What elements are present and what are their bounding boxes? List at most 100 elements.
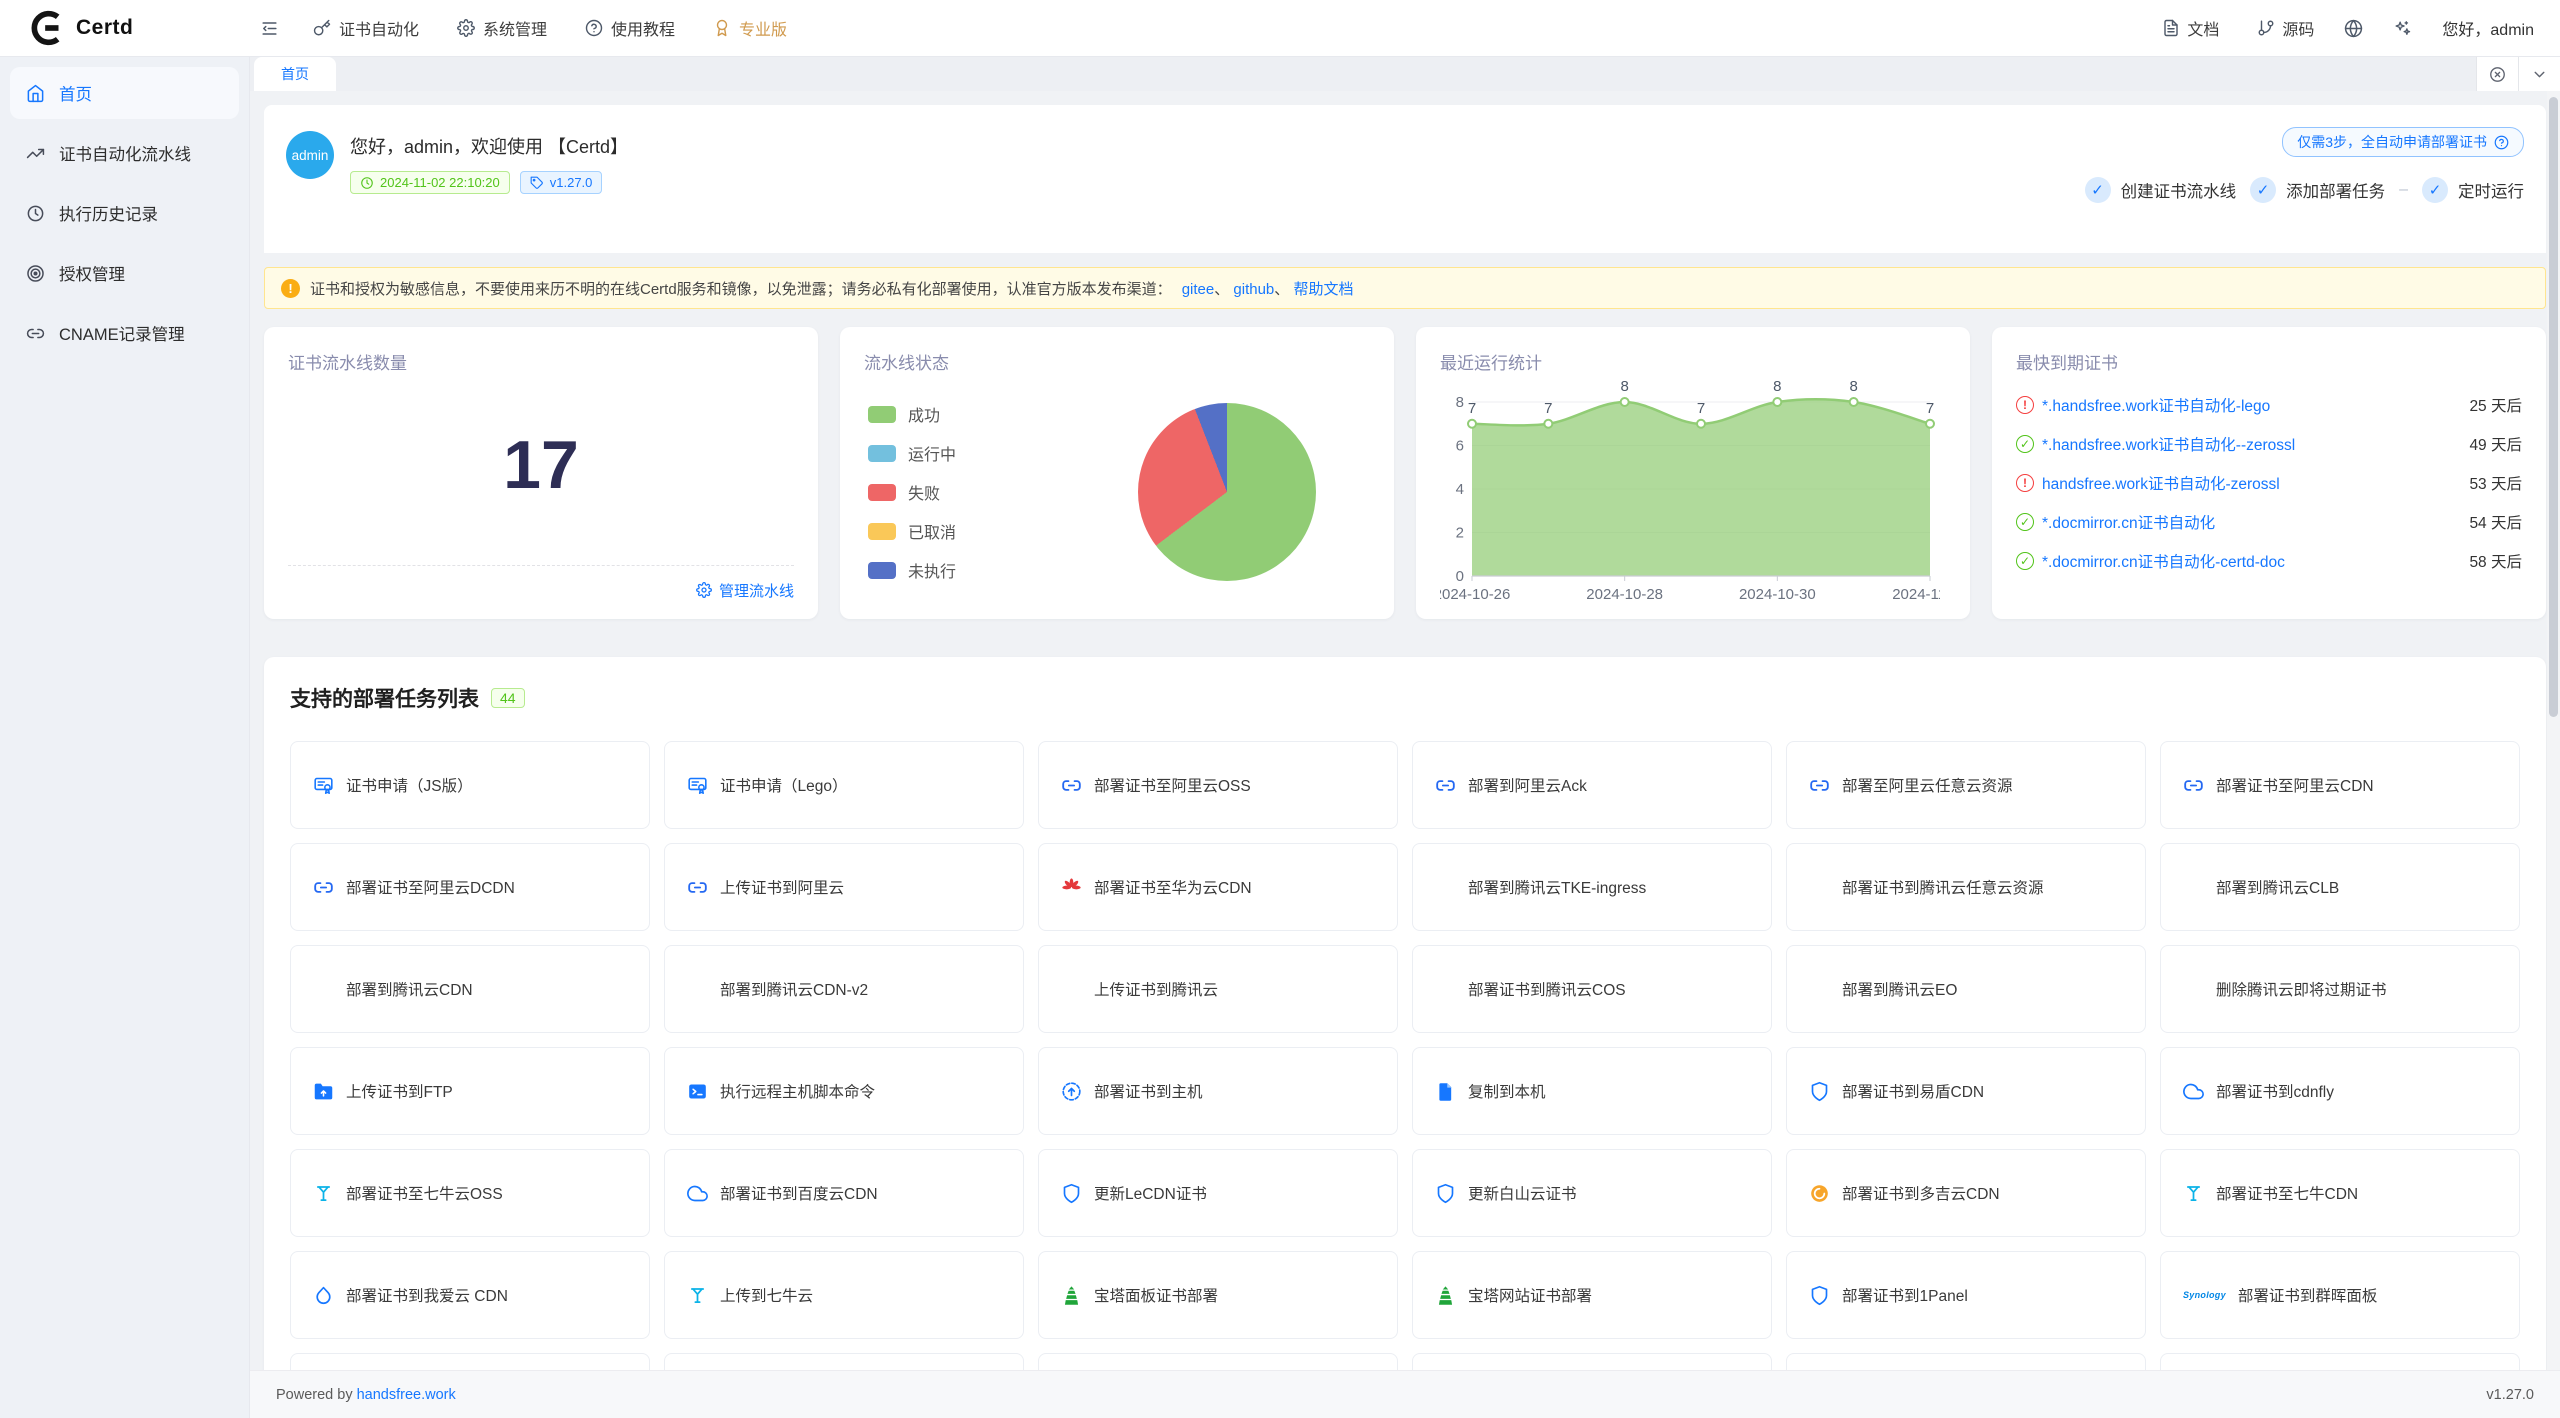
task-cell-9[interactable]: 部署到腾讯云TKE-ingress	[1412, 843, 1772, 931]
task-cell-1[interactable]: 证书申请（Lego）	[664, 741, 1024, 829]
task-cell-26[interactable]: 更新LeCDN证书	[1038, 1149, 1398, 1237]
nav-item-0[interactable]: 证书自动化	[313, 16, 419, 40]
svg-text:6: 6	[1456, 438, 1464, 455]
task-cell-8[interactable]: 部署证书至华为云CDN	[1038, 843, 1398, 931]
tab-close-button[interactable]	[2476, 57, 2518, 91]
task-cell-31[interactable]: 上传到七牛云	[664, 1251, 1024, 1339]
user-greeting[interactable]: 您好，admin	[2442, 16, 2534, 40]
task-cell-clipped[interactable]	[1038, 1353, 1398, 1370]
task-cell-clipped[interactable]	[1786, 1353, 2146, 1370]
handsfree-link[interactable]: handsfree.work	[357, 1387, 456, 1403]
task-cell-35[interactable]: Synology部署证书到群晖面板	[2160, 1251, 2520, 1339]
task-cell-12[interactable]: 部署到腾讯云CDN	[290, 945, 650, 1033]
task-cell-32[interactable]: 宝塔面板证书部署	[1038, 1251, 1398, 1339]
tasks-count-badge: 44	[491, 688, 525, 708]
task-cell-6[interactable]: 部署证书至阿里云DCDN	[290, 843, 650, 931]
sidebar-item-2[interactable]: 执行历史记录	[10, 187, 239, 239]
sidebar-item-0[interactable]: 首页	[10, 67, 239, 119]
nav-item-2[interactable]: 使用教程	[585, 16, 675, 40]
task-cell-23[interactable]: 部署证书到cdnfly	[2160, 1047, 2520, 1135]
tencent-icon	[1435, 979, 1456, 1000]
document-icon	[2162, 19, 2180, 37]
legend-item-1[interactable]: 运行中	[868, 441, 956, 465]
task-cell-5[interactable]: 部署证书至阿里云CDN	[2160, 741, 2520, 829]
task-cell-clipped[interactable]	[2160, 1353, 2520, 1370]
legend-item-3[interactable]: 已取消	[868, 519, 956, 543]
task-cell-18[interactable]: 上传证书到FTP	[290, 1047, 650, 1135]
sidebar-item-4[interactable]: CNAME记录管理	[10, 307, 239, 359]
cert-link-2[interactable]: !handsfree.work证书自动化-zerossl	[2016, 472, 2280, 494]
task-cell-4[interactable]: 部署至阿里云任意云资源	[1786, 741, 2146, 829]
nav-right-item-1[interactable]: 源码	[2257, 16, 2314, 40]
git-branch-icon	[2257, 19, 2275, 37]
cert-link-3[interactable]: ✓*.docmirror.cn证书自动化	[2016, 511, 2215, 533]
task-cell-27[interactable]: 更新白山云证书	[1412, 1149, 1772, 1237]
doge-icon	[1809, 1183, 1830, 1204]
task-cell-3[interactable]: 部署到阿里云Ack	[1412, 741, 1772, 829]
cert-days: 54 天后	[2469, 511, 2522, 533]
tencent-icon	[1061, 979, 1082, 1000]
alert-link-1[interactable]: github	[1233, 281, 1274, 298]
theme-button[interactable]	[2393, 19, 2412, 38]
task-cell-clipped[interactable]	[290, 1353, 650, 1370]
legend-item-0[interactable]: 成功	[868, 402, 956, 426]
quick-step: ✓添加部署任务	[2250, 177, 2385, 203]
cert-link-0[interactable]: !*.handsfree.work证书自动化-lego	[2016, 394, 2270, 416]
task-cell-28[interactable]: 部署证书到多吉云CDN	[1786, 1149, 2146, 1237]
alert-link-2[interactable]: 帮助文档	[1293, 281, 1353, 298]
task-cell-25[interactable]: 部署证书到百度云CDN	[664, 1149, 1024, 1237]
task-cell-11[interactable]: 部署到腾讯云CLB	[2160, 843, 2520, 931]
legend-item-4[interactable]: 未执行	[868, 558, 956, 582]
legend-swatch	[868, 406, 896, 423]
baidu-cloud-icon	[687, 1183, 708, 1204]
expiring-cert-row: ✓*.handsfree.work证书自动化--zerossl 49 天后	[2016, 433, 2522, 455]
alert-link-0[interactable]: gitee	[1182, 281, 1215, 298]
task-cell-29[interactable]: 部署证书至七牛CDN	[2160, 1149, 2520, 1237]
scrollbar-track[interactable]	[2547, 91, 2560, 1370]
welcome-title: 您好，admin，欢迎使用 【Certd】	[350, 125, 628, 159]
sidebar-item-3[interactable]: 授权管理	[10, 247, 239, 299]
scrollbar-thumb[interactable]	[2549, 97, 2558, 717]
legend-item-2[interactable]: 失败	[868, 480, 956, 504]
task-cell-33[interactable]: 宝塔网站证书部署	[1412, 1251, 1772, 1339]
svg-text:8: 8	[1620, 378, 1628, 395]
sidebar-item-1[interactable]: 证书自动化流水线	[10, 127, 239, 179]
content-area: admin 您好，admin，欢迎使用 【Certd】 2024-11-02 2…	[250, 91, 2560, 1370]
aliyun-icon	[1061, 775, 1082, 796]
huawei-icon	[1061, 877, 1082, 898]
task-cell-34[interactable]: 部署证书到1Panel	[1786, 1251, 2146, 1339]
sidebar-collapse-button[interactable]	[260, 19, 279, 38]
badge-icon	[713, 19, 731, 37]
check-circle-icon: ✓	[2016, 435, 2034, 453]
task-cell-17[interactable]: 删除腾讯云即将过期证书	[2160, 945, 2520, 1033]
task-cell-clipped[interactable]	[664, 1353, 1024, 1370]
task-cell-2[interactable]: 部署证书至阿里云OSS	[1038, 741, 1398, 829]
cert-link-4[interactable]: ✓*.docmirror.cn证书自动化-certd-doc	[2016, 550, 2285, 572]
tab-home[interactable]: 首页	[254, 57, 336, 91]
svg-text:2024-10-26: 2024-10-26	[1440, 586, 1510, 603]
task-cell-24[interactable]: 部署证书至七牛云OSS	[290, 1149, 650, 1237]
task-cell-20[interactable]: 部署证书到主机	[1038, 1047, 1398, 1135]
nav-right-item-0[interactable]: 文档	[2162, 16, 2219, 40]
task-cell-0[interactable]: 证书申请（JS版）	[290, 741, 650, 829]
nav-item-3[interactable]: 专业版	[713, 16, 787, 40]
cert-link-1[interactable]: ✓*.handsfree.work证书自动化--zerossl	[2016, 433, 2295, 455]
task-cell-clipped[interactable]	[1412, 1353, 1772, 1370]
task-cell-7[interactable]: 上传证书到阿里云	[664, 843, 1024, 931]
task-cell-16[interactable]: 部署到腾讯云EO	[1786, 945, 2146, 1033]
task-cell-13[interactable]: 部署到腾讯云CDN-v2	[664, 945, 1024, 1033]
nav-item-1[interactable]: 系统管理	[457, 16, 547, 40]
sidebar: 首页证书自动化流水线执行历史记录授权管理 CNAME记录管理	[0, 57, 250, 1418]
task-cell-30[interactable]: 部署证书到我爱云 CDN	[290, 1251, 650, 1339]
tab-menu-button[interactable]	[2518, 57, 2560, 91]
tag-icon	[530, 176, 544, 190]
language-button[interactable]	[2344, 19, 2363, 38]
promo-pill[interactable]: 仅需3步，全自动申请部署证书	[2282, 127, 2524, 157]
task-cell-14[interactable]: 上传证书到腾讯云	[1038, 945, 1398, 1033]
task-cell-10[interactable]: 部署证书到腾讯云任意云资源	[1786, 843, 2146, 931]
task-cell-15[interactable]: 部署证书到腾讯云COS	[1412, 945, 1772, 1033]
manage-pipelines-link[interactable]: 管理流水线	[696, 580, 794, 601]
task-cell-19[interactable]: 执行远程主机脚本命令	[664, 1047, 1024, 1135]
task-cell-22[interactable]: 部署证书到易盾CDN	[1786, 1047, 2146, 1135]
task-cell-21[interactable]: 复制到本机	[1412, 1047, 1772, 1135]
